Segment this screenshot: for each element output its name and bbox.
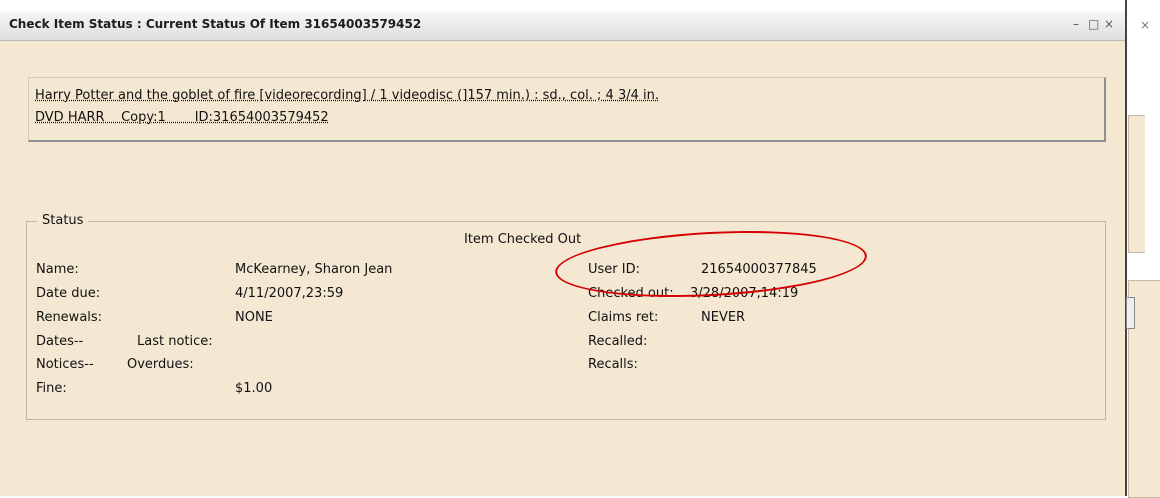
status-group: Status [26, 213, 1106, 420]
side-close-icon[interactable]: × [1140, 18, 1150, 32]
side-panel-top [1128, 115, 1145, 253]
claims-ret-label: Claims ret: [588, 310, 659, 325]
status-heading: Item Checked Out [464, 232, 582, 247]
date-due-label: Date due: [36, 286, 101, 301]
recalled-label: Recalled: [588, 334, 648, 349]
date-due-value: 4/11/2007,23:59 [235, 286, 344, 301]
status-legend: Status [37, 213, 89, 228]
title-bar[interactable]: Check Item Status : Current Status Of It… [0, 11, 1125, 41]
name-value: McKearney, Sharon Jean [235, 262, 393, 277]
side-scrollbar-thumb[interactable] [1126, 297, 1135, 329]
minimize-icon[interactable]: – [1073, 17, 1079, 31]
item-copy-link[interactable]: DVD HARR Copy:1 ID:31654003579452 [35, 110, 329, 125]
status-window: Check Item Status : Current Status Of It… [0, 11, 1125, 496]
overdues-label: Overdues: [127, 357, 194, 372]
last-notice-label: Last notice: [137, 334, 213, 349]
window-title: Check Item Status : Current Status Of It… [9, 17, 422, 31]
fine-value: $1.00 [235, 381, 273, 396]
item-title-link[interactable]: Harry Potter and the goblet of fire [vid… [35, 88, 659, 103]
fine-label: Fine: [36, 381, 67, 396]
window-border [1125, 0, 1127, 496]
recalls-label: Recalls: [588, 357, 638, 372]
dates-label: Dates-- [36, 334, 84, 349]
renewals-label: Renewals: [36, 310, 103, 325]
name-label: Name: [36, 262, 79, 277]
notices-label: Notices-- [36, 357, 94, 372]
claims-ret-value: NEVER [701, 310, 746, 325]
renewals-value: NONE [235, 310, 273, 325]
maximize-icon[interactable]: □ [1088, 17, 1099, 31]
close-icon[interactable]: × [1104, 17, 1114, 31]
item-summary-box: Harry Potter and the goblet of fire [vid… [28, 77, 1106, 142]
